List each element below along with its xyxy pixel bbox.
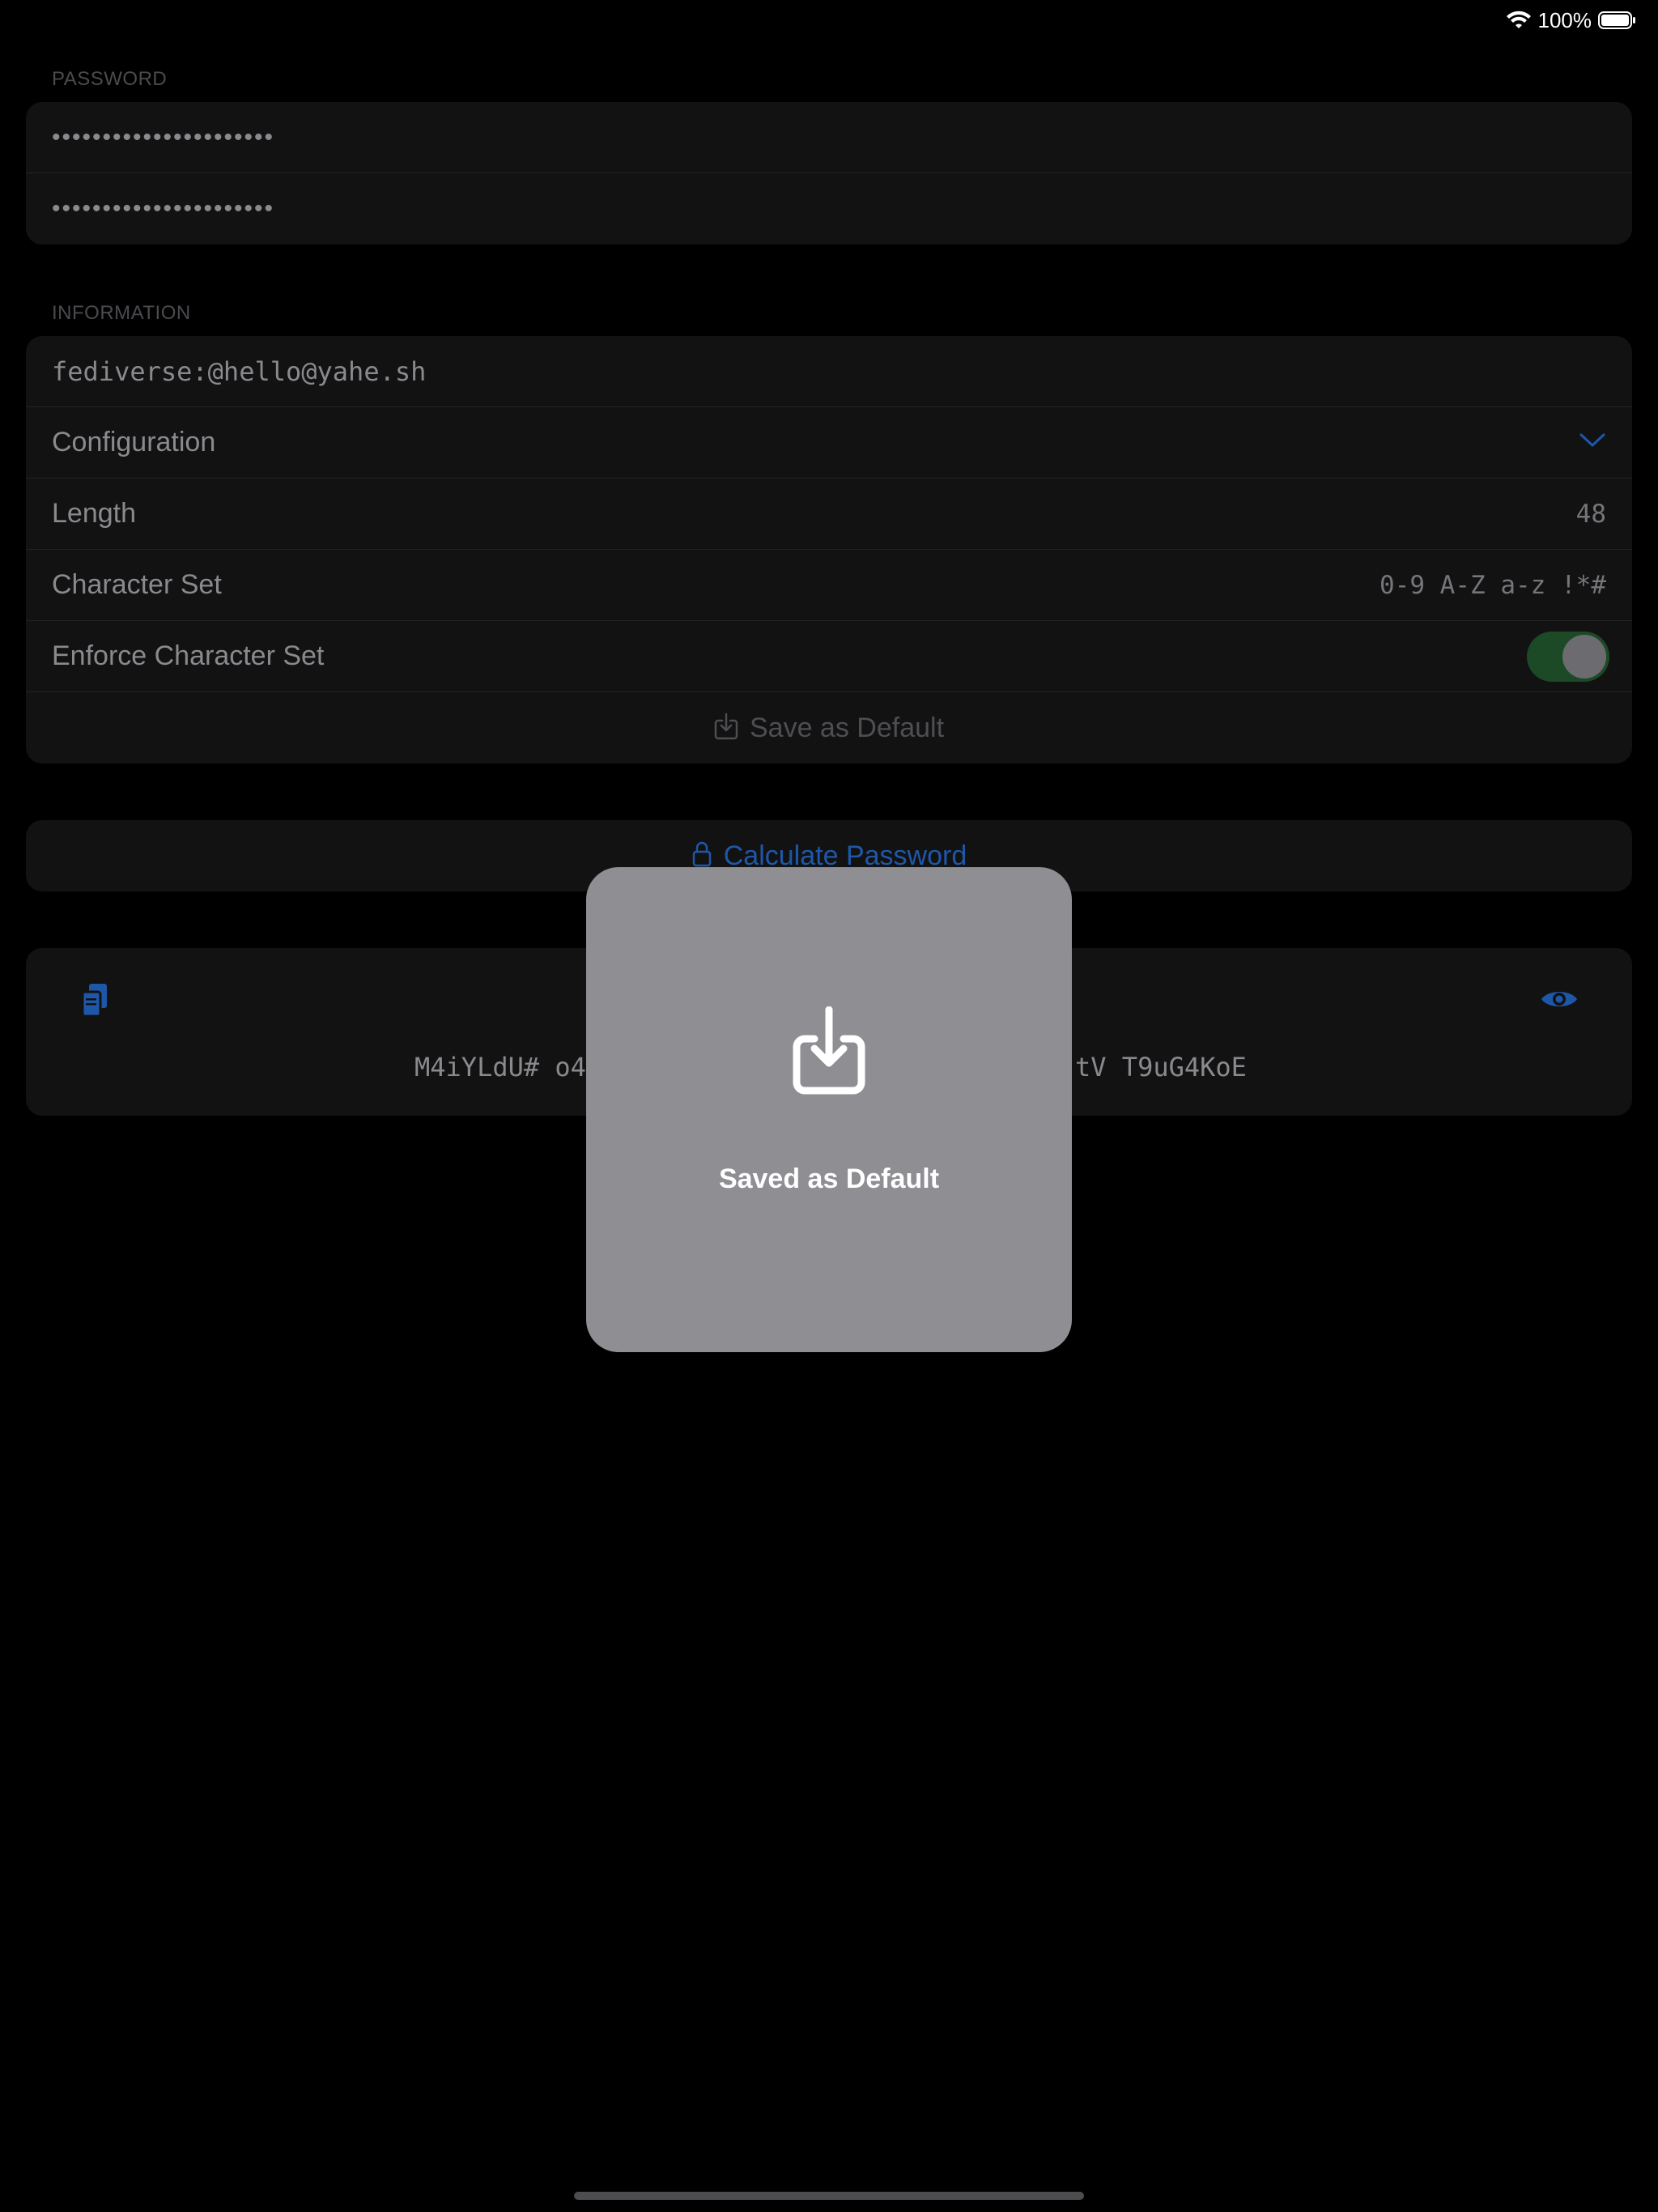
length-label: Length	[52, 498, 136, 529]
battery-percent: 100%	[1537, 7, 1592, 32]
enforce-charset-row: Enforce Character Set	[26, 621, 1632, 692]
length-row[interactable]: Length 48	[26, 479, 1632, 550]
battery-icon	[1598, 11, 1637, 30]
saved-default-hud: Saved as Default	[586, 867, 1072, 1352]
hud-label: Saved as Default	[718, 1163, 940, 1194]
charset-label: Character Set	[52, 569, 222, 600]
charset-row[interactable]: Character Set 0-9 A-Z a-z !*#	[26, 550, 1632, 621]
information-section-header: INFORMATION	[52, 302, 191, 324]
password-field-1-value: ••••••••••••••••••••••	[52, 123, 275, 151]
configuration-disclosure[interactable]: Configuration	[26, 407, 1632, 479]
password-field-2[interactable]: ••••••••••••••••••••••	[26, 173, 1632, 245]
configuration-label: Configuration	[52, 427, 216, 457]
length-value[interactable]: 48	[1576, 500, 1606, 529]
enforce-charset-toggle[interactable]	[1527, 631, 1609, 682]
chevron-down-icon	[1579, 432, 1606, 453]
save-default-icon	[714, 713, 738, 744]
identifier-value: fediverse:@hello@yahe.sh	[52, 355, 427, 387]
information-group: fediverse:@hello@yahe.sh Configuration L…	[26, 336, 1632, 764]
password-result-left: M4iYLdU# o4	[414, 1052, 586, 1083]
home-indicator[interactable]	[574, 2192, 1084, 2200]
password-group: •••••••••••••••••••••• •••••••••••••••••…	[26, 102, 1632, 245]
copy-icon[interactable]	[79, 982, 110, 1023]
save-as-default-button[interactable]: Save as Default	[26, 692, 1632, 764]
charset-value[interactable]: 0-9 A-Z a-z !*#	[1380, 571, 1606, 600]
password-section-header: PASSWORD	[52, 68, 168, 90]
save-download-icon	[789, 1006, 869, 1100]
identifier-field[interactable]: fediverse:@hello@yahe.sh	[26, 336, 1632, 407]
enforce-charset-label: Enforce Character Set	[52, 640, 325, 671]
save-as-default-label: Save as Default	[749, 712, 945, 743]
password-field-2-value: ••••••••••••••••••••••	[52, 195, 275, 222]
password-field-1[interactable]: ••••••••••••••••••••••	[26, 102, 1632, 173]
toggle-knob	[1562, 634, 1606, 678]
wifi-icon	[1506, 11, 1532, 30]
eye-icon[interactable]	[1540, 987, 1579, 1015]
status-bar: 100%	[1506, 0, 1658, 40]
password-result-right: tV T9uG4KoE	[1075, 1052, 1247, 1083]
